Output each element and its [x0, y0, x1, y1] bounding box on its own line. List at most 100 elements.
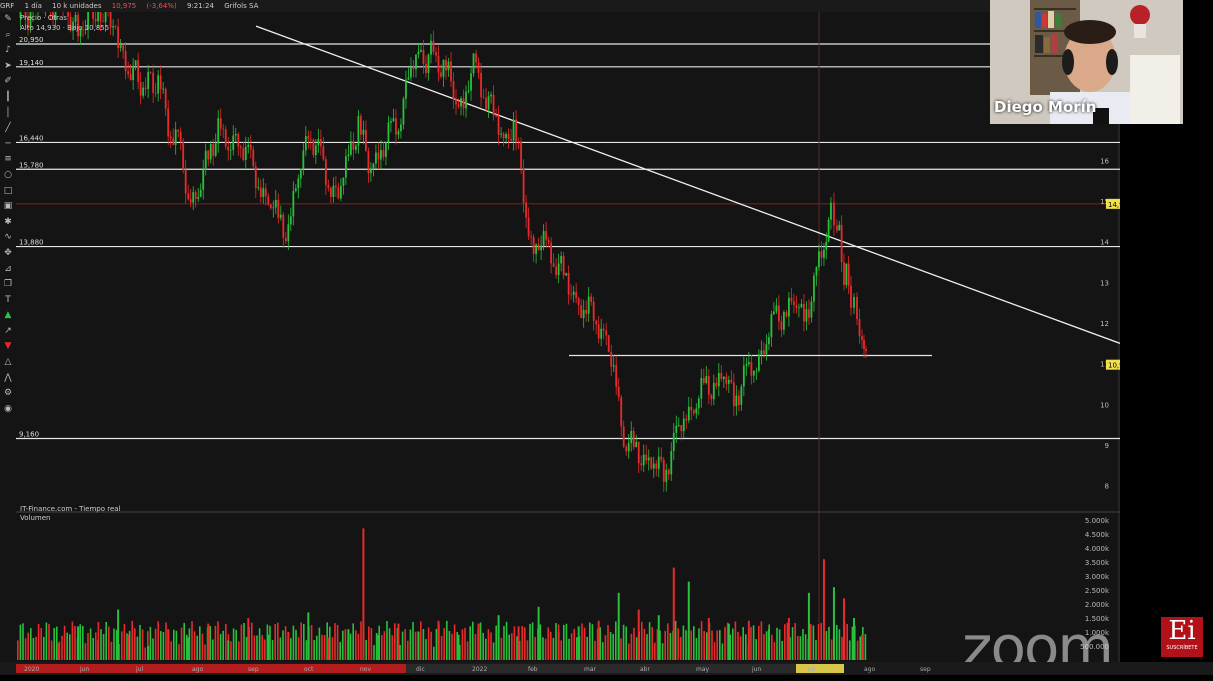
- volume-bar: [313, 640, 315, 660]
- volume-bar: [602, 642, 604, 660]
- scroll-range-red[interactable]: [16, 664, 406, 673]
- vertical-line-icon[interactable]: │: [0, 106, 16, 122]
- candle-body: [247, 144, 250, 147]
- time-axis-tick: 2022: [472, 666, 487, 673]
- volume-bar: [550, 631, 552, 660]
- candle-body: [682, 418, 685, 432]
- copy-icon[interactable]: ❐: [0, 277, 16, 293]
- candle-body: [507, 134, 510, 140]
- fibonacci-icon[interactable]: ≡: [0, 152, 16, 168]
- price-chart[interactable]: 20,95019,14016,44015,78013,8809,16018171…: [16, 12, 1120, 662]
- trash-icon[interactable]: ▣: [0, 199, 16, 215]
- arrow-down-icon[interactable]: ▼: [0, 339, 16, 355]
- settings-icon[interactable]: ⚙: [0, 386, 16, 402]
- candle-body: [562, 255, 565, 276]
- volume-bar: [256, 635, 258, 660]
- subscribe-badge[interactable]: Ei SUSCRÍBETE: [1161, 617, 1203, 657]
- candle-body: [692, 410, 695, 414]
- volume-bar: [633, 627, 635, 660]
- volume-bar: [609, 632, 612, 660]
- arrow-up-icon[interactable]: ▲: [0, 308, 16, 324]
- scroll-track[interactable]: [406, 664, 796, 673]
- volume-bar: [526, 640, 529, 660]
- eye-icon[interactable]: ◉: [0, 402, 16, 418]
- indicator-icon[interactable]: ⋀: [0, 371, 16, 387]
- volume-bar: [563, 624, 565, 660]
- arrow-diagonal-icon[interactable]: ↗: [0, 324, 16, 340]
- text-icon[interactable]: T: [0, 293, 16, 309]
- candle-body: [264, 188, 267, 197]
- ruler-icon[interactable]: ┃: [0, 90, 16, 106]
- candle-body: [607, 335, 610, 352]
- time-axis-tick: abr: [640, 666, 650, 673]
- time-scrollbar[interactable]: 2020 jun jul ago sep oct nov dic 2022 feb mar abr ma…: [0, 662, 1213, 675]
- volume-bar: [37, 623, 40, 660]
- volume-bar: [391, 635, 393, 660]
- move-icon[interactable]: ✥: [0, 246, 16, 262]
- candle-body: [602, 328, 605, 331]
- candle-body: [677, 424, 680, 426]
- candle-body: [617, 386, 620, 398]
- candle-body: [843, 262, 845, 285]
- webcam-feed: Diego Morín: [990, 0, 1183, 124]
- volume-bar: [534, 637, 536, 660]
- volume-spike: [597, 620, 600, 660]
- volume-spike: [347, 629, 350, 660]
- scroll-thumb[interactable]: [796, 664, 844, 673]
- pencil-icon[interactable]: ✎: [0, 12, 16, 28]
- volume-axis-tick: 4.500k: [1085, 531, 1110, 539]
- interval-selector[interactable]: 1 día: [25, 2, 42, 10]
- trend-line-icon[interactable]: ╱: [0, 121, 16, 137]
- candle-body: [432, 40, 435, 53]
- candle-body: [725, 376, 728, 384]
- candle-body: [662, 459, 665, 482]
- candle-body: [687, 406, 690, 421]
- symbol-selector[interactable]: GRF: [0, 2, 14, 10]
- volume-bar: [243, 622, 245, 660]
- chart-svg[interactable]: 20,95019,14016,44015,78013,8809,16018171…: [16, 12, 1120, 662]
- draw-icon[interactable]: ✐: [0, 74, 16, 90]
- cursor-icon[interactable]: ➤: [0, 59, 16, 75]
- volume-bar: [791, 627, 794, 660]
- volume-bar: [279, 637, 282, 660]
- volume-bar: [778, 629, 781, 660]
- horizontal-line-icon[interactable]: ─: [0, 137, 16, 153]
- volume-bar: [386, 621, 388, 660]
- triangle-icon[interactable]: △: [0, 355, 16, 371]
- candle-body: [102, 21, 105, 23]
- volume-spike: [727, 623, 730, 660]
- measure-icon[interactable]: ⊿: [0, 262, 16, 278]
- volume-bar: [815, 640, 817, 660]
- volume-bar: [352, 623, 354, 660]
- candle-body: [582, 309, 585, 318]
- volume-bar: [339, 641, 341, 660]
- volume-bar: [763, 634, 765, 660]
- rectangle-icon[interactable]: □: [0, 184, 16, 200]
- wave-icon[interactable]: ∿: [0, 230, 16, 246]
- candle-body: [540, 245, 543, 251]
- volume-bar: [451, 633, 453, 660]
- magnet-icon[interactable]: ✱: [0, 215, 16, 231]
- zoom-icon[interactable]: ⌕: [0, 28, 16, 44]
- candle-body: [770, 314, 773, 338]
- candle-body: [798, 307, 800, 309]
- candle-body: [67, 12, 69, 17]
- volume-bar: [152, 638, 154, 660]
- cursor-price-marker: 14,93: [1108, 201, 1120, 209]
- scrollbar-svg[interactable]: 2020 jun jul ago sep oct nov dic 2022 feb mar abr ma…: [0, 662, 1213, 675]
- ellipse-icon[interactable]: ○: [0, 168, 16, 184]
- candle-body: [104, 12, 107, 22]
- candle-body: [322, 146, 325, 160]
- volume-bar: [516, 636, 518, 660]
- candle-body: [532, 236, 535, 254]
- candle-body: [557, 263, 560, 276]
- volume-spike: [537, 606, 540, 660]
- candle-body: [805, 309, 808, 322]
- candle-body: [194, 192, 197, 199]
- bell-icon[interactable]: ♪: [0, 43, 16, 59]
- candle-body: [845, 263, 848, 285]
- candle-body: [575, 291, 578, 299]
- volume-bar: [407, 640, 409, 660]
- volume-bar: [760, 621, 763, 660]
- units-selector[interactable]: 10 k unidades: [52, 2, 101, 10]
